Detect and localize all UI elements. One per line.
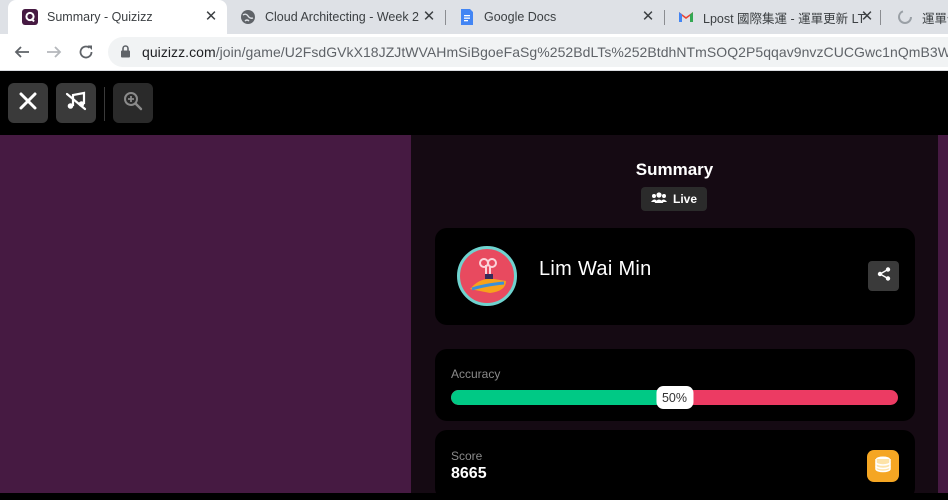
url-field[interactable]: quizizz.com/join/game/U2FsdGVkX18JZJtWVA… [108,37,948,67]
gmail-icon [678,9,694,25]
accuracy-card: Accuracy 50% [435,349,915,421]
tab-summary-quizizz[interactable]: Summary - Quizizz ✕ [8,0,227,34]
url-text: quizizz.com/join/game/U2FsdGVkX18JZJtWVA… [142,44,948,60]
tab-divider [880,10,881,25]
back-icon[interactable] [10,40,34,64]
tab-close-icon[interactable]: ✕ [859,9,875,25]
score-card: Score 8665 [435,430,915,500]
tab-close-icon[interactable]: ✕ [203,9,219,25]
tab-title: Cloud Architecting - Week 2 [265,10,420,24]
tab-google-docs[interactable]: Google Docs ✕ [445,0,664,34]
accuracy-label: Accuracy [451,367,501,381]
browser-tab-strip: Summary - Quizizz ✕ Cloud Architecting -… [0,0,948,34]
player-name: Lim Wai Min [539,258,652,280]
address-bar: quizizz.com/join/game/U2FsdGVkX18JZJtWVA… [0,34,948,71]
globe-icon [240,9,256,25]
music-toggle-button[interactable] [56,83,96,123]
page-title: Summary [635,160,714,179]
tab-lpost[interactable]: Lpost 國際集運 - 運單更新 LT ✕ [664,0,883,34]
tab-title: Summary - Quizizz [47,10,153,24]
tab-close-icon[interactable]: ✕ [640,9,656,25]
coins-button[interactable] [867,450,899,482]
mode-badge: Live [641,187,707,211]
tab-cloud-architecting[interactable]: Cloud Architecting - Week 2 ✕ [226,0,445,34]
tab-title: Lpost 國際集運 - 運單更新 LT [703,11,866,26]
zoom-in-icon [123,91,143,116]
player-card: Lim Wai Min [435,228,915,325]
forward-icon[interactable] [42,40,66,64]
score-label: Score [451,449,483,463]
tab-close-icon[interactable]: ✕ [421,9,437,25]
accuracy-bar-correct [451,390,675,405]
accuracy-percent: 50% [655,386,694,409]
left-background-panel [0,135,411,493]
url-path: /join/game/U2FsdGVkX18JZJtWVAHmSiBgoeFaS… [215,44,948,60]
group-icon [650,191,667,207]
tab-waybill[interactable]: 運單信 [883,0,948,34]
toolbar-divider [104,87,105,121]
quizizz-icon [22,9,38,25]
coins-icon [873,454,893,479]
lock-icon[interactable] [120,45,131,63]
reload-icon[interactable] [74,40,98,64]
google-docs-icon [459,9,475,25]
url-host: quizizz.com [142,44,216,60]
tab-title: 運單信 [922,11,948,26]
zoom-in-button[interactable] [113,83,153,123]
tab-title: Google Docs [484,10,557,24]
score-value: 8665 [451,465,487,482]
right-background-panel [938,135,948,493]
mode-badge-label: Live [672,192,697,206]
share-icon [877,266,891,286]
no-music-icon [65,91,87,116]
loading-icon [897,9,913,25]
game-toolbar [0,71,948,135]
avatar [457,246,517,306]
summary-panel: Summary Live Lim Wai Min Accuracy 50% Sc… [411,135,938,500]
close-icon [19,92,37,115]
close-button[interactable] [8,83,48,123]
share-button[interactable] [868,261,899,291]
